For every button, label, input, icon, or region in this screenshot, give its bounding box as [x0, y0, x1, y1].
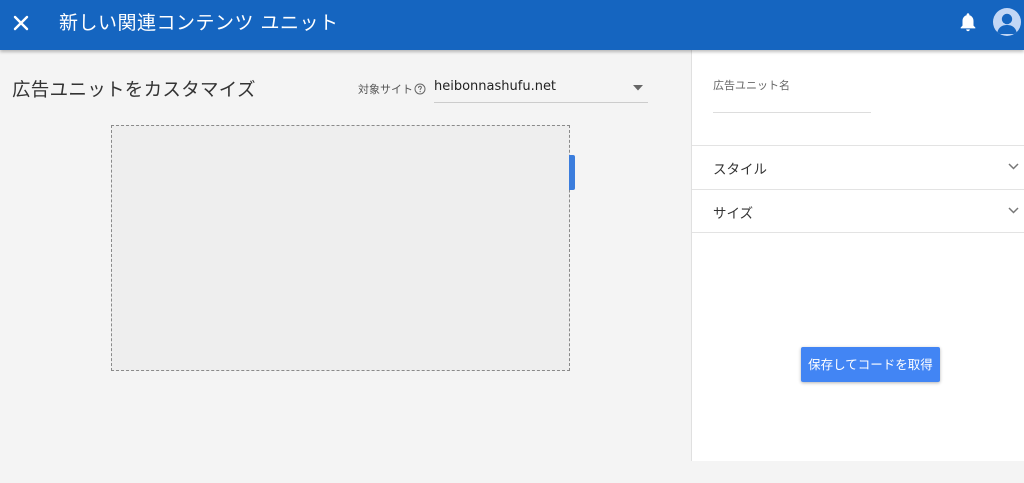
page-heading: 広告ユニットをカスタマイズ	[12, 80, 256, 101]
ad-preview-canvas	[111, 125, 570, 371]
target-site-label: 対象サイト	[358, 83, 413, 96]
style-accordion-label: スタイル	[713, 162, 767, 178]
account-avatar[interactable]	[993, 8, 1021, 36]
chevron-down-icon	[1008, 207, 1019, 214]
style-accordion[interactable]: スタイル	[692, 145, 1024, 189]
ad-unit-name-field: 広告ユニット名	[713, 77, 871, 113]
target-site-value: heibonnashufu.net	[434, 79, 557, 94]
account-icon	[997, 13, 1017, 34]
save-and-get-code-button[interactable]: 保存してコードを取得	[801, 347, 940, 382]
close-button[interactable]	[9, 11, 33, 35]
notifications-button[interactable]	[957, 11, 979, 33]
size-accordion[interactable]: サイズ	[692, 189, 1024, 233]
bell-icon	[960, 13, 976, 32]
target-site-select[interactable]: heibonnashufu.net	[434, 74, 648, 103]
settings-panel: 広告ユニット名 スタイル サイズ 保存してコードを取得	[691, 50, 1024, 461]
top-app-bar: 新しい関連コンテンツ ユニット	[0, 0, 1024, 50]
close-icon	[13, 15, 29, 31]
help-button[interactable]	[414, 80, 426, 95]
ad-unit-name-input[interactable]	[713, 91, 871, 111]
triangle-down-icon	[633, 85, 643, 91]
dialog-title: 新しい関連コンテンツ ユニット	[59, 12, 339, 34]
help-circle-icon	[414, 83, 426, 95]
preview-resize-handle[interactable]	[569, 155, 575, 190]
size-accordion-label: サイズ	[713, 206, 754, 222]
main-content: 広告ユニットをカスタマイズ 対象サイト heibonnashufu.net	[0, 50, 691, 483]
chevron-down-icon	[1008, 163, 1019, 170]
